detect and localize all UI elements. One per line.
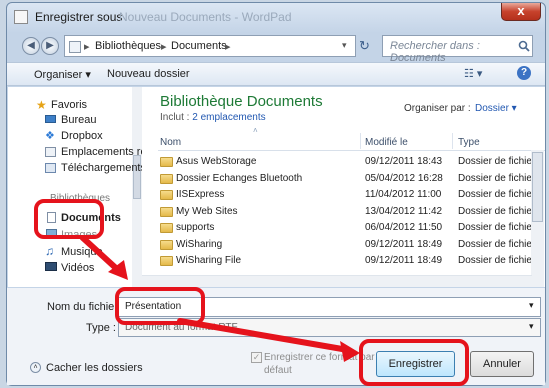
annotation-arrows xyxy=(80,235,360,362)
